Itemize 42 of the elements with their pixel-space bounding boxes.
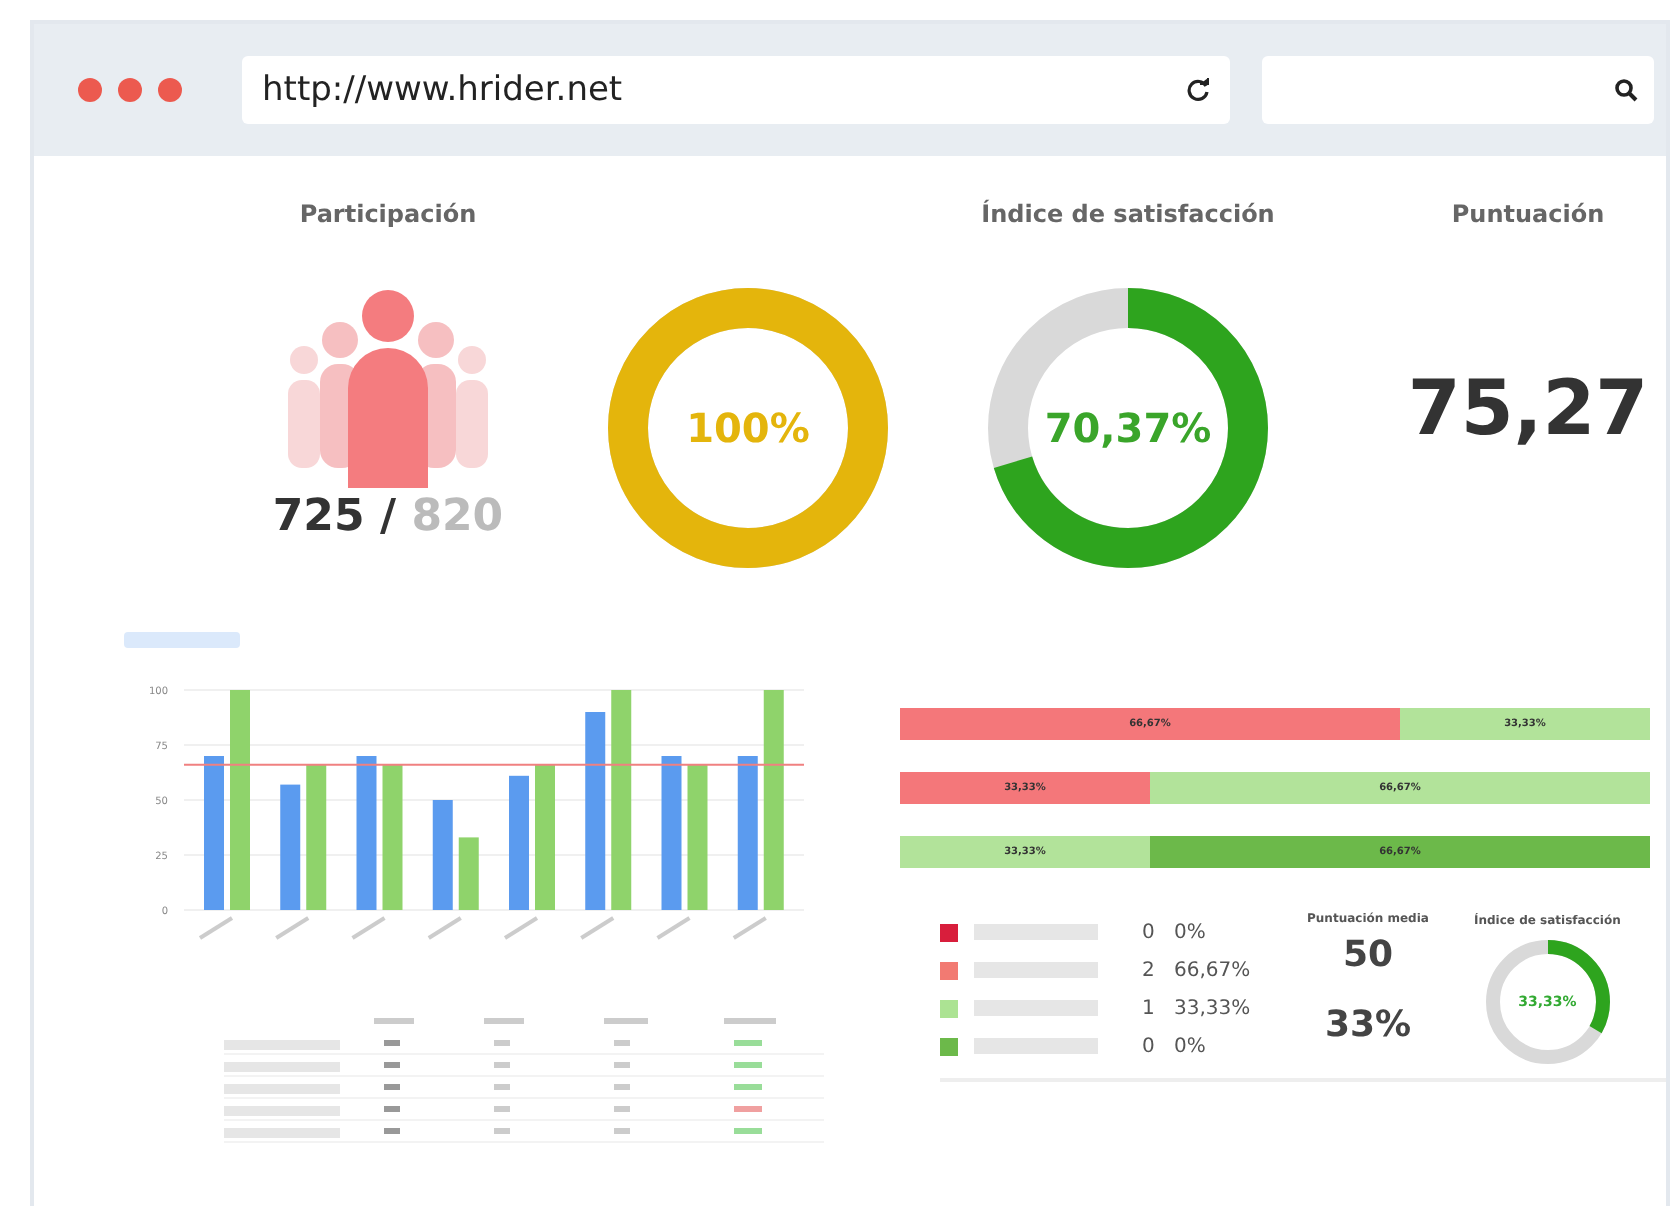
tick-mark xyxy=(351,916,386,940)
gauge-value: 100% xyxy=(686,404,810,452)
window-dot[interactable] xyxy=(158,78,182,102)
percent-value: 0% xyxy=(1174,921,1208,943)
pass-rate: 33% xyxy=(1324,1004,1412,1046)
tick-mark xyxy=(503,916,539,940)
percent-value: 0% xyxy=(1174,1035,1208,1057)
mean-score: 50 xyxy=(1342,934,1394,976)
participation-count: 725 / 820 xyxy=(272,492,504,542)
refresh-icon[interactable] xyxy=(1186,78,1210,102)
tick-mark xyxy=(580,916,615,940)
score-value: 75,27 xyxy=(1407,364,1649,452)
tick-mark xyxy=(656,916,691,940)
progress-track xyxy=(974,962,1098,978)
tick-mark xyxy=(198,916,234,940)
chart-bar xyxy=(509,775,529,910)
gauge-value: 70,37% xyxy=(1044,404,1212,452)
count-value: 1 xyxy=(1142,997,1157,1019)
window-dot[interactable] xyxy=(78,78,102,102)
count-value: 2 xyxy=(1142,959,1157,981)
chart-bar xyxy=(432,800,453,910)
search-field[interactable] xyxy=(1262,56,1654,124)
tick-mark xyxy=(275,916,310,940)
tick-mark xyxy=(732,916,767,940)
count-value: 0 xyxy=(1142,1035,1157,1057)
satisfaction-gauge xyxy=(1485,940,1610,1064)
window-dot[interactable] xyxy=(118,78,142,102)
chart-tag xyxy=(124,632,240,648)
percent-value: 33,33% xyxy=(1174,997,1253,1019)
progress-track xyxy=(974,1000,1098,1016)
section-title: Puntuación xyxy=(1451,200,1605,232)
search-icon[interactable] xyxy=(1614,78,1638,102)
chart-bar xyxy=(280,784,301,910)
chart-bar xyxy=(458,837,479,910)
count-value: 0 xyxy=(1142,921,1157,943)
tick-mark xyxy=(427,916,462,940)
section-title: Participación xyxy=(299,200,477,232)
progress-track xyxy=(974,1038,1098,1054)
section-title: Índice de satisfacción xyxy=(981,200,1275,232)
progress-track xyxy=(974,924,1098,940)
percent-value: 66,67% xyxy=(1174,959,1253,981)
address-bar[interactable]: http://www.hrider.net xyxy=(242,56,1230,124)
